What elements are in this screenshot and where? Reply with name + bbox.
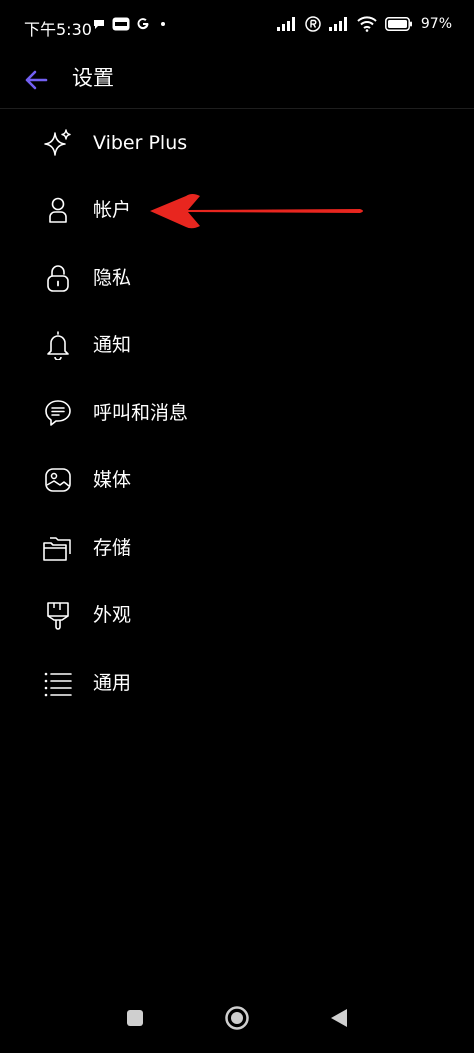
lock-icon <box>42 262 74 294</box>
back-button[interactable] <box>20 64 52 96</box>
status-system-icons: 97% <box>276 16 452 32</box>
menu-item-appearance[interactable]: 外观 <box>0 582 474 650</box>
app-notification-icon <box>112 17 130 31</box>
more-notifications-icon <box>161 22 165 26</box>
menu-item-label: 存储 <box>93 536 132 559</box>
circle-icon <box>225 1006 249 1030</box>
signal-icon <box>276 17 295 31</box>
annotation-arrow-icon <box>150 194 363 229</box>
menu-item-viber-plus[interactable]: Viber Plus <box>0 109 474 177</box>
signal-icon-2 <box>328 17 347 31</box>
google-icon <box>137 18 149 30</box>
triangle-back-icon <box>331 1009 347 1027</box>
chat-bubble-icon <box>42 397 74 429</box>
menu-item-label: 呼叫和消息 <box>93 401 189 424</box>
back-nav-button[interactable] <box>326 1005 352 1031</box>
menu-item-label: 媒体 <box>93 469 132 492</box>
menu-item-media[interactable]: 媒体 <box>0 447 474 515</box>
status-notification-icons <box>92 17 170 31</box>
menu-item-label: 通用 <box>93 671 132 694</box>
paint-brush-icon <box>42 599 74 631</box>
status-time: 下午5:30 <box>24 20 92 39</box>
menu-item-label: Viber Plus <box>93 131 188 154</box>
menu-item-label: 隐私 <box>93 266 132 289</box>
wifi-icon <box>357 16 377 32</box>
home-button[interactable] <box>224 1005 250 1031</box>
battery-percent: 97% <box>420 16 452 32</box>
menu-item-general[interactable]: 通用 <box>0 649 474 717</box>
image-icon <box>42 464 74 496</box>
folder-icon <box>42 532 74 564</box>
menu-item-label: 外观 <box>93 604 132 627</box>
page-title: 设置 <box>72 66 114 90</box>
back-arrow-icon <box>25 70 48 90</box>
app-header: 设置 <box>0 52 474 109</box>
registered-icon <box>305 16 321 32</box>
menu-item-calls-messages[interactable]: 呼叫和消息 <box>0 379 474 447</box>
bell-icon <box>42 329 74 361</box>
menu-item-label: 通知 <box>93 334 132 357</box>
message-notification-icon <box>94 20 104 29</box>
recent-apps-button[interactable] <box>122 1005 148 1031</box>
system-nav-bar <box>0 993 474 1053</box>
list-icon <box>42 667 74 699</box>
menu-item-privacy[interactable]: 隐私 <box>0 244 474 312</box>
menu-item-label: 帐户 <box>93 199 132 222</box>
person-icon <box>42 194 74 226</box>
menu-item-notifications[interactable]: 通知 <box>0 312 474 380</box>
battery-icon <box>384 17 412 31</box>
square-icon <box>127 1010 143 1026</box>
menu-item-storage[interactable]: 存储 <box>0 514 474 582</box>
sparkle-icon <box>42 127 74 159</box>
status-bar: 下午5:30 97% <box>0 0 474 52</box>
